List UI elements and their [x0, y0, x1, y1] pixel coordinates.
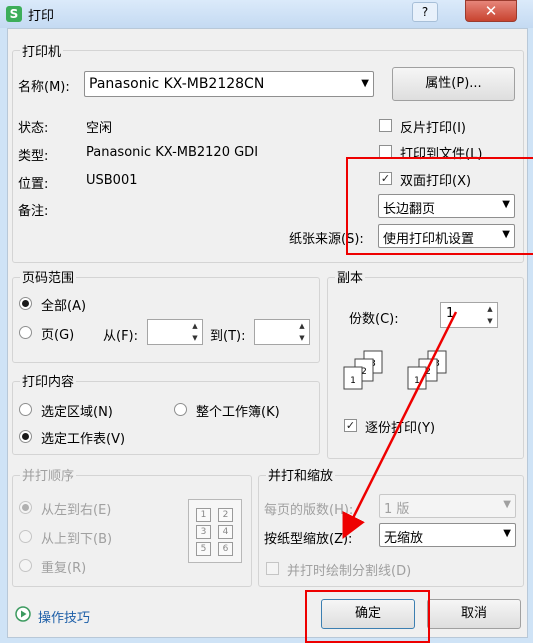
annotation-arrow: [342, 311, 458, 539]
print-dialog-window: S 打印 ? ✕ 打印机 名称(M): Panasonic KX-MB2128C…: [0, 0, 533, 643]
